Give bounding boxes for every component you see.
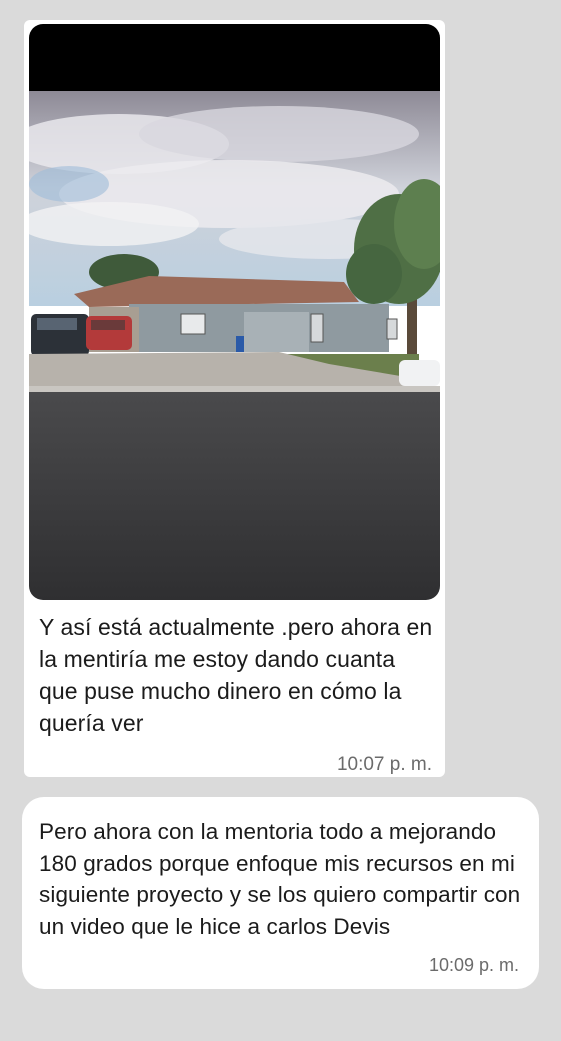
message-timestamp: 10:07 p. m. <box>336 754 432 775</box>
house-photo-image <box>29 24 440 600</box>
house-photo[interactable] <box>29 24 440 600</box>
message-timestamp: 10:09 p. m. <box>428 955 519 975</box>
message-text: Pero ahora con la mentoria todo a mejora… <box>39 819 521 939</box>
message-bubble-with-photo[interactable]: Y así está actualmente .pero ahora en la… <box>24 20 445 777</box>
message-bubble[interactable]: Pero ahora con la mentoria todo a mejora… <box>22 797 539 989</box>
message-text: Y así está actualmente .pero ahora en la… <box>39 614 433 736</box>
